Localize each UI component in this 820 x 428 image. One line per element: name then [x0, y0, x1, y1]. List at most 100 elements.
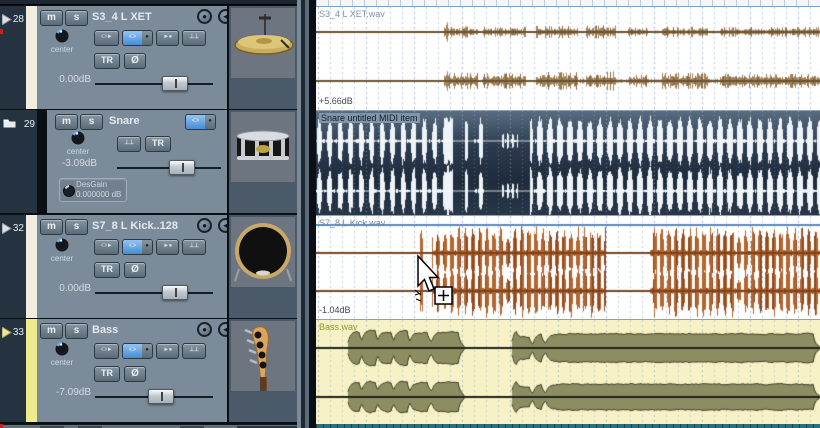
- pan-knob[interactable]: [55, 29, 69, 43]
- mute-button[interactable]: m: [40, 10, 63, 26]
- track-controls: m s Snare -□- ● center -3.09dB ⊥⊥ TR DesG…: [47, 110, 227, 213]
- daw-window: 28 m s S3_4 L XET ● ◄ center -□-► -□- ● ►…: [0, 0, 820, 428]
- pan-knob[interactable]: [71, 131, 85, 145]
- fader-handle[interactable]: [162, 285, 188, 300]
- insert-active-icon: -□-: [123, 31, 142, 45]
- record-mode-button[interactable]: ►●: [156, 239, 179, 255]
- fader-track: [95, 292, 213, 294]
- solo-button[interactable]: s: [65, 323, 88, 339]
- insert-dot-icon: ●: [205, 115, 215, 129]
- desgain-panel[interactable]: DesGain 0.000000 dB: [59, 178, 127, 202]
- track-number: 33: [12, 327, 24, 338]
- record-enable-button[interactable]: ●: [197, 9, 212, 24]
- fader-handle[interactable]: [162, 76, 188, 91]
- volume-value: -3.09dB: [61, 158, 97, 169]
- insert-active-icon: -□-: [186, 115, 205, 129]
- solo-button[interactable]: s: [65, 219, 88, 235]
- phase-button[interactable]: Ø: [124, 53, 146, 69]
- pan-label: center: [50, 254, 74, 263]
- desgain-knob[interactable]: [63, 185, 75, 197]
- cymbal-image: [231, 8, 295, 78]
- tr-button[interactable]: TR: [94, 262, 120, 278]
- lanes-button[interactable]: ⊥⊥: [182, 239, 206, 255]
- track-color-strip: [26, 6, 37, 109]
- overview-scroll-bar[interactable]: [316, 424, 820, 428]
- automation-read-button[interactable]: -□-►: [94, 343, 119, 359]
- track-name: S7_8 L Kick..128: [92, 220, 179, 232]
- expand-triangle-icon[interactable]: [2, 223, 12, 234]
- volume-fader[interactable]: [95, 285, 213, 301]
- automation-read-button[interactable]: -□-►: [94, 239, 119, 255]
- lanes-button[interactable]: ⊥⊥: [182, 343, 206, 359]
- insert-dot-icon: ●: [142, 344, 152, 358]
- fader-handle[interactable]: [148, 389, 174, 404]
- record-mode-button[interactable]: ►●: [156, 343, 179, 359]
- insert-dot-icon: ●: [142, 31, 152, 45]
- mute-button[interactable]: m: [40, 219, 63, 235]
- track-number-column: 33: [0, 319, 26, 422]
- track-number: 32: [12, 223, 24, 234]
- track-row-29[interactable]: 29 m s Snare -□- ● center -3.09dB ⊥⊥ TR D…: [0, 110, 316, 213]
- lanes-button[interactable]: ⊥⊥: [117, 136, 141, 152]
- fader-track: [95, 83, 213, 85]
- midi-event-snare-selected[interactable]: Snare untitled MIDI item: [316, 110, 820, 215]
- lanes-button[interactable]: ⊥⊥: [182, 30, 206, 46]
- tracklist-top-strip: [0, 0, 316, 5]
- snare-drum-image: [231, 112, 295, 182]
- record-enable-button[interactable]: ●: [197, 218, 212, 233]
- mute-button[interactable]: m: [55, 114, 78, 130]
- expand-triangle-icon[interactable]: [2, 327, 12, 338]
- insert-state-button[interactable]: -□- ●: [122, 30, 153, 46]
- panel-splitter[interactable]: [297, 0, 316, 428]
- activity-marker: [0, 29, 3, 34]
- track-number: 29: [23, 119, 35, 130]
- pan-knob[interactable]: [55, 342, 69, 356]
- track-number-column: 29: [0, 110, 37, 213]
- tr-button[interactable]: TR: [94, 53, 120, 69]
- record-enable-button[interactable]: ●: [197, 322, 212, 337]
- volume-fader[interactable]: [117, 160, 221, 176]
- record-mode-button[interactable]: ►●: [156, 30, 179, 46]
- track-row-33[interactable]: 33 m s Bass ● ◄ center -□-► -□- ● ►● ⊥⊥ T…: [0, 319, 316, 422]
- audio-event-s7-8-l-kick[interactable]: S7_8 L Kick.wav -1.04dB: [316, 215, 820, 319]
- arrange-area: S3_4 L XET.wav +5.66dB Snare untitled MI…: [316, 0, 820, 428]
- track-controls: m s S7_8 L Kick..128 ● ◄ center -□-► -□-…: [37, 215, 233, 318]
- tr-button[interactable]: TR: [145, 136, 171, 152]
- track-number: 28: [12, 14, 24, 25]
- track-number-column: 28: [0, 6, 26, 109]
- volume-fader[interactable]: [95, 76, 213, 92]
- activity-marker: [0, 424, 3, 428]
- insert-state-button[interactable]: -□- ●: [122, 239, 153, 255]
- insert-active-icon: -□-: [123, 240, 142, 254]
- pan-label: center: [50, 358, 74, 367]
- insert-active-icon: -□-: [123, 344, 142, 358]
- insert-state-button[interactable]: -□- ●: [122, 343, 153, 359]
- track-color-strip: [26, 215, 37, 318]
- solo-button[interactable]: s: [80, 114, 103, 130]
- pan-knob[interactable]: [55, 238, 69, 252]
- track-row-32[interactable]: 32 m s S7_8 L Kick..128 ● ◄ center -□-► …: [0, 215, 316, 318]
- audio-event-bass[interactable]: Bass.wav: [316, 319, 820, 425]
- track-list-panel: 28 m s S3_4 L XET ● ◄ center -□-► -□- ● ►…: [0, 0, 316, 428]
- track-row-28[interactable]: 28 m s S3_4 L XET ● ◄ center -□-► -□- ● ►…: [0, 6, 316, 109]
- waveform-canvas: [316, 111, 820, 215]
- pan-label: center: [50, 45, 74, 54]
- track-color-strip: [26, 319, 37, 422]
- insert-state-button[interactable]: -□- ●: [185, 114, 216, 130]
- fader-handle[interactable]: [169, 160, 195, 175]
- mute-button[interactable]: m: [40, 323, 63, 339]
- folder-icon[interactable]: [3, 117, 16, 128]
- tr-button[interactable]: TR: [94, 366, 120, 382]
- phase-button[interactable]: Ø: [124, 366, 146, 382]
- next-track-partial-row: [0, 424, 316, 428]
- track-controls: m s S3_4 L XET ● ◄ center -□-► -□- ● ►● ⊥…: [37, 6, 233, 109]
- expand-triangle-icon[interactable]: [2, 14, 12, 25]
- track-number-column: 32: [0, 215, 26, 318]
- audio-event-s3-4-l-xet[interactable]: S3_4 L XET.wav +5.66dB: [316, 6, 820, 110]
- automation-read-button[interactable]: -□-►: [94, 30, 119, 46]
- waveform-canvas: [316, 7, 820, 110]
- volume-fader[interactable]: [95, 389, 213, 405]
- solo-button[interactable]: s: [65, 10, 88, 26]
- phase-button[interactable]: Ø: [124, 262, 146, 278]
- volume-value: -7.09dB: [55, 387, 91, 398]
